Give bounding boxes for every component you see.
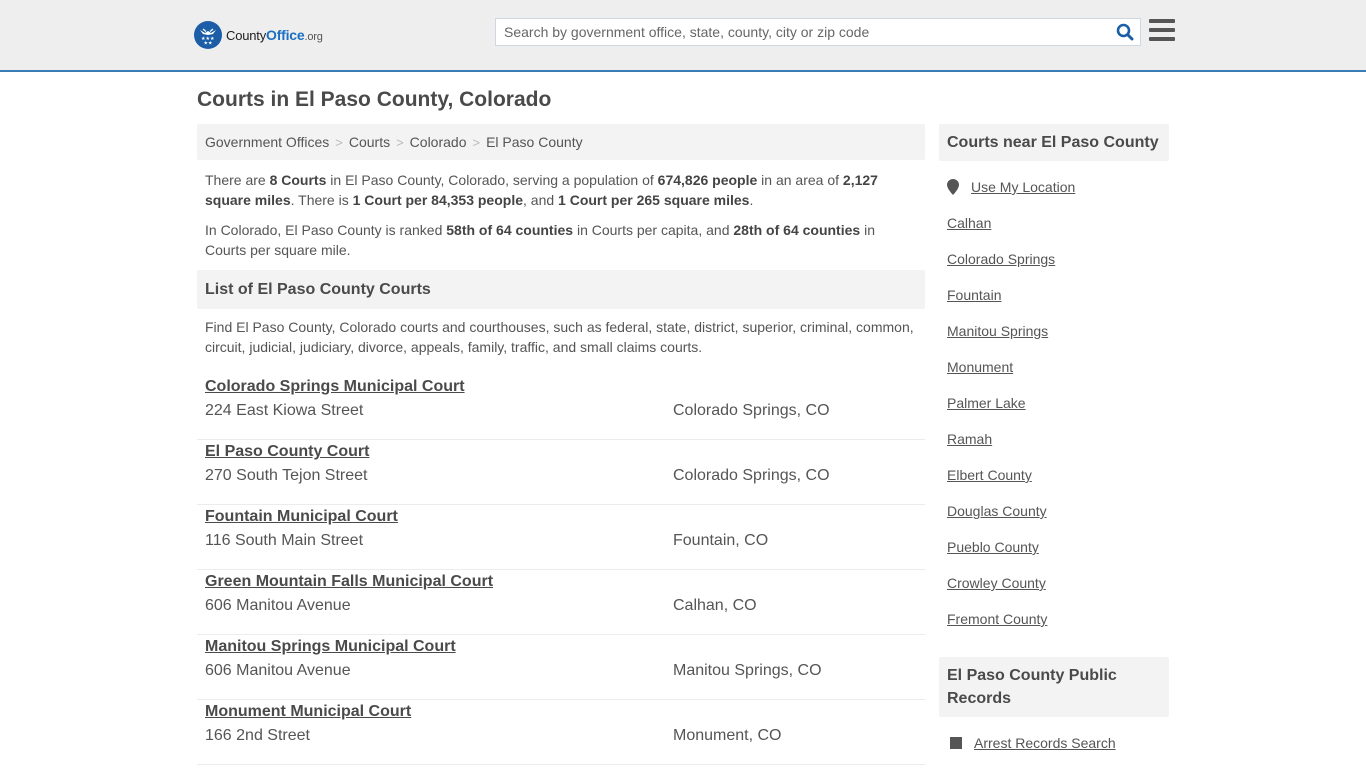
hamburger-menu-icon-bar — [1149, 28, 1175, 32]
nearby-link-douglas-county[interactable]: Douglas County — [947, 503, 1047, 519]
nearby-item: Colorado Springs — [947, 241, 1161, 277]
court-city: Colorado Springs, CO — [673, 402, 830, 419]
nearby-link-calhan[interactable]: Calhan — [947, 215, 991, 231]
search-icon — [1116, 23, 1134, 41]
site-logo[interactable]: ★★★ ★★ CountyOffice.org — [194, 21, 323, 49]
breadcrumb-separator: > — [396, 134, 404, 150]
intro-text: There are 8 Courts in El Paso County, Co… — [197, 160, 925, 260]
sidebar: Courts near El Paso County Use My Locati… — [939, 124, 1169, 761]
use-my-location-item: Use My Location — [947, 169, 1161, 205]
court-name-link[interactable]: Fountain Municipal Court — [205, 508, 398, 526]
nearby-link-fountain[interactable]: Fountain — [947, 287, 1001, 303]
court-city: Manitou Springs, CO — [673, 662, 822, 679]
nearby-item: Manitou Springs — [947, 313, 1161, 349]
court-list-description: Find El Paso County, Colorado courts and… — [205, 319, 914, 355]
court-address: 270 South Tejon Street — [205, 467, 368, 484]
nearby-item: Pueblo County — [947, 529, 1161, 565]
court-list-item: Manitou Springs Municipal Court 606 Mani… — [197, 635, 925, 700]
court-name-link[interactable]: Manitou Springs Municipal Court — [205, 638, 456, 656]
nearby-link-elbert-county[interactable]: Elbert County — [947, 467, 1032, 483]
intro-stats-paragraph: There are 8 Courts in El Paso County, Co… — [205, 172, 878, 208]
breadcrumb-colorado[interactable]: Colorado — [410, 134, 467, 150]
court-city: Colorado Springs, CO — [673, 467, 830, 484]
nearby-item: Palmer Lake — [947, 385, 1161, 421]
hamburger-menu-button[interactable] — [1149, 19, 1175, 43]
breadcrumb-government-offices[interactable]: Government Offices — [205, 134, 329, 150]
breadcrumb-separator: > — [335, 134, 343, 150]
nearby-item: Fountain — [947, 277, 1161, 313]
intro-ranking-paragraph: In Colorado, El Paso County is ranked 58… — [205, 222, 875, 258]
court-list-heading: List of El Paso County Courts — [197, 270, 925, 309]
court-address: 606 Manitou Avenue — [205, 597, 351, 614]
court-address: 116 South Main Street — [205, 532, 364, 549]
nearby-item: Crowley County — [947, 565, 1161, 601]
court-list-item: Monument Municipal Court 166 2nd Street … — [197, 700, 925, 765]
nearby-link-crowley-county[interactable]: Crowley County — [947, 575, 1046, 591]
nearby-item: Douglas County — [947, 493, 1161, 529]
court-list-item: Colorado Springs Municipal Court 224 Eas… — [197, 375, 925, 440]
court-address: 224 East Kiowa Street — [205, 402, 364, 419]
logo-text: CountyOffice.org — [226, 27, 323, 43]
nearby-link-colorado-springs[interactable]: Colorado Springs — [947, 251, 1055, 267]
court-list-item: Fountain Municipal Court 116 South Main … — [197, 505, 925, 570]
search-input[interactable] — [496, 19, 1110, 45]
nearby-link-monument[interactable]: Monument — [947, 359, 1013, 375]
main-content: Government Offices > Courts > Colorado >… — [197, 124, 925, 765]
search-button[interactable] — [1110, 19, 1140, 45]
use-my-location-link[interactable]: Use My Location — [971, 179, 1075, 195]
court-name-link[interactable]: Green Mountain Falls Municipal Court — [205, 573, 493, 591]
nearby-link-pueblo-county[interactable]: Pueblo County — [947, 539, 1039, 555]
court-name-link[interactable]: El Paso County Court — [205, 443, 369, 461]
nearby-item: Ramah — [947, 421, 1161, 457]
public-records-list: Arrest Records Search — [939, 717, 1169, 761]
arrest-records-search-link[interactable]: Arrest Records Search — [974, 735, 1116, 751]
court-name-link[interactable]: Monument Municipal Court — [205, 703, 411, 721]
hamburger-menu-icon-bar — [1149, 37, 1175, 41]
nearby-item: Monument — [947, 349, 1161, 385]
map-marker-icon — [947, 179, 959, 195]
breadcrumb-el-paso-county[interactable]: El Paso County — [486, 134, 583, 150]
public-records-heading: El Paso County Public Records — [939, 657, 1169, 717]
nearby-courts-heading: Courts near El Paso County — [939, 124, 1169, 161]
svg-text:★★: ★★ — [204, 41, 213, 47]
court-city: Calhan, CO — [673, 597, 757, 614]
court-list-item: Green Mountain Falls Municipal Court 606… — [197, 570, 925, 635]
breadcrumb-courts[interactable]: Courts — [349, 134, 390, 150]
court-name-link[interactable]: Colorado Springs Municipal Court — [205, 378, 465, 396]
eagle-logo-icon: ★★★ ★★ — [194, 21, 222, 49]
court-address: 606 Manitou Avenue — [205, 662, 351, 679]
nearby-link-palmer-lake[interactable]: Palmer Lake — [947, 395, 1026, 411]
breadcrumb-separator: > — [472, 134, 481, 150]
court-list: Colorado Springs Municipal Court 224 Eas… — [197, 375, 925, 765]
nearby-link-ramah[interactable]: Ramah — [947, 431, 992, 447]
page-title: Courts in El Paso County, Colorado — [197, 88, 552, 111]
nearby-courts-list: Use My Location Calhan Colorado Springs … — [939, 161, 1169, 637]
nearby-link-manitou-springs[interactable]: Manitou Springs — [947, 323, 1048, 339]
nearby-item: Calhan — [947, 205, 1161, 241]
nearby-item: Fremont County — [947, 601, 1161, 637]
public-records-item: Arrest Records Search — [947, 725, 1161, 761]
search-bar — [495, 18, 1141, 46]
site-header: ★★★ ★★ CountyOffice.org — [0, 0, 1366, 72]
nearby-link-fremont-county[interactable]: Fremont County — [947, 611, 1047, 627]
court-city: Fountain, CO — [673, 532, 769, 549]
nearby-item: Elbert County — [947, 457, 1161, 493]
court-list-item: El Paso County Court 270 South Tejon Str… — [197, 440, 925, 505]
breadcrumb: Government Offices > Courts > Colorado >… — [197, 124, 925, 160]
court-address: 166 2nd Street — [205, 727, 310, 744]
court-city: Monument, CO — [673, 727, 782, 744]
square-bullet-icon — [950, 737, 962, 749]
hamburger-menu-icon-bar — [1149, 19, 1175, 23]
